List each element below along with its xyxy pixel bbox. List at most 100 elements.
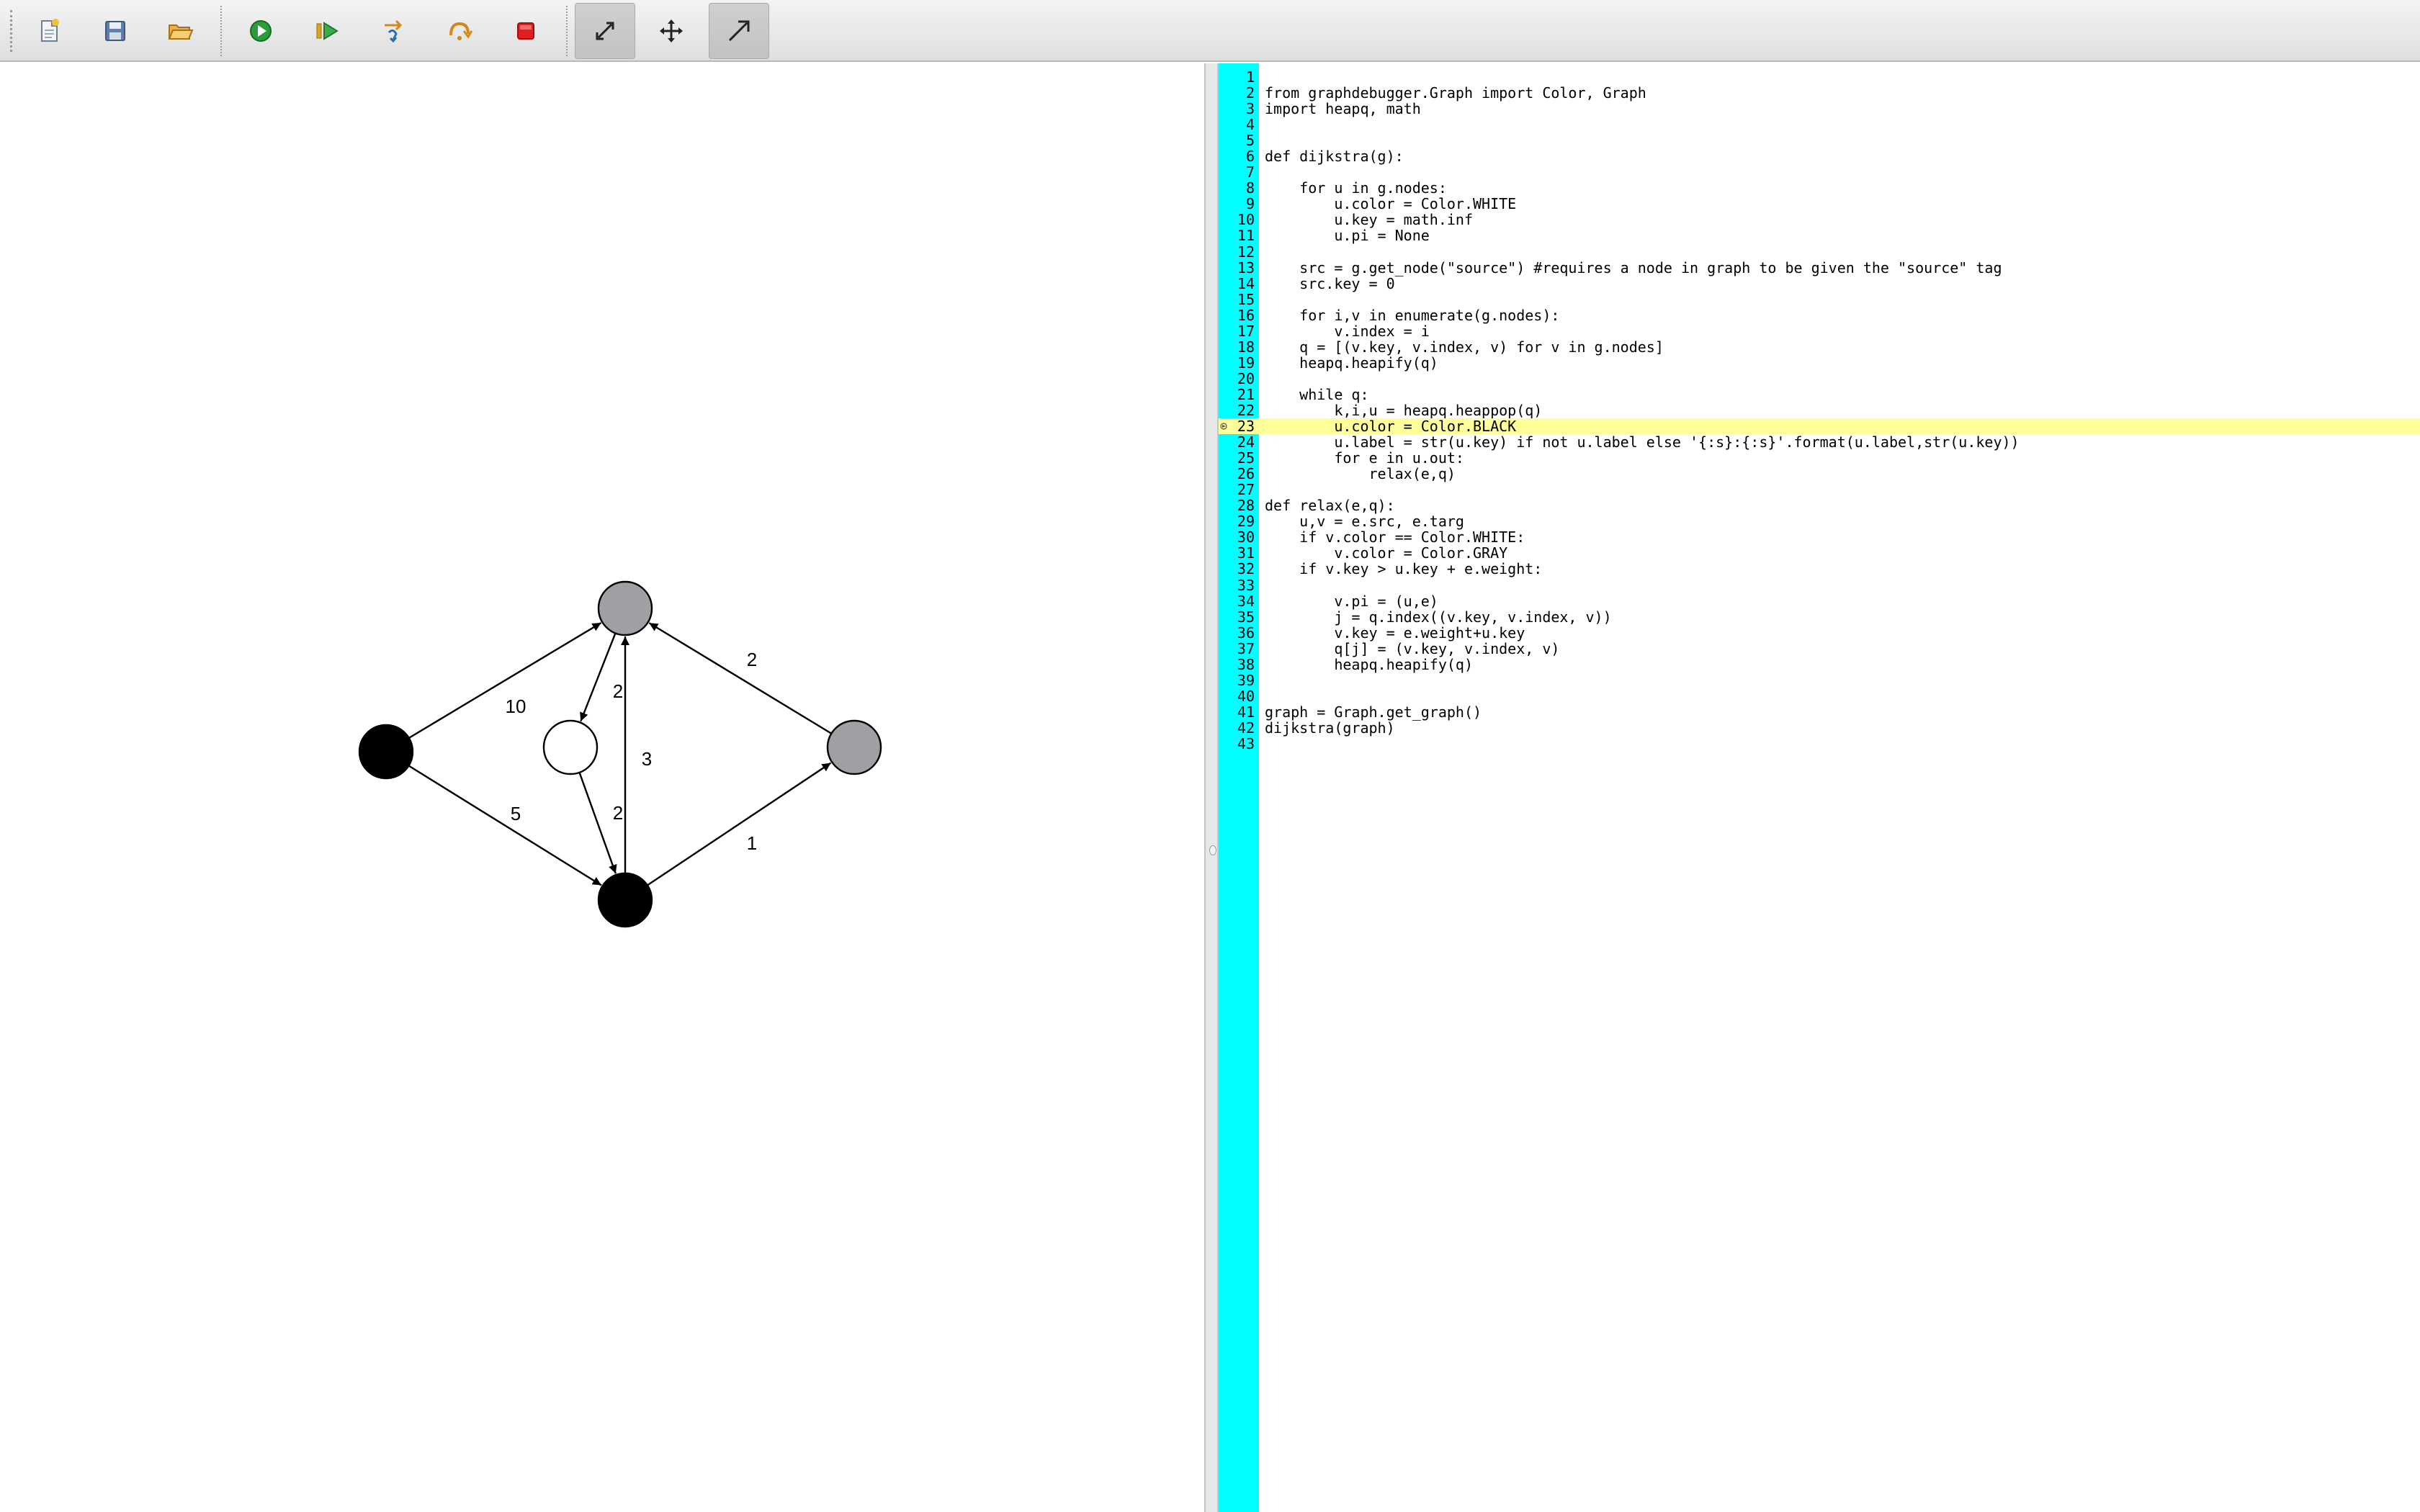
code-line[interactable]: 11 u.pi = None [1219, 228, 2420, 243]
code-text: u,v = e.src, e.targ [1265, 513, 1464, 531]
graph-node-top[interactable] [597, 580, 653, 636]
new-file-button[interactable] [19, 3, 79, 59]
stop-button[interactable] [496, 3, 556, 59]
code-line[interactable]: 43 [1219, 736, 2420, 752]
line-number: 10 [1237, 211, 1255, 229]
code-text: u.label = str(u.key) if not u.label else… [1265, 433, 2020, 451]
edge-n-left-to-n-bottom[interactable] [408, 765, 602, 886]
code-line[interactable]: 4 [1219, 117, 2420, 132]
open-folder-icon [168, 24, 194, 40]
line-number: 18 [1237, 338, 1255, 356]
code-line[interactable]: 31 v.color = Color.GRAY [1219, 545, 2420, 561]
step-into-button[interactable] [363, 3, 424, 59]
code-area[interactable]: 1 2 from graphdebugger.Graph import Color,… [1219, 69, 2420, 752]
edge-tool-button[interactable] [709, 3, 769, 59]
code-line[interactable]: 19 heapq.heapify(q) [1219, 355, 2420, 371]
move-tool-button[interactable] [641, 3, 702, 59]
code-line[interactable]: 8 for u in g.nodes: [1219, 180, 2420, 196]
splitter-handle[interactable] [1209, 845, 1216, 855]
code-line[interactable]: 26 relax(e,q) [1219, 466, 2420, 482]
code-line[interactable]: 27 [1219, 482, 2420, 498]
graph-view[interactable]: 10 5 2 2 3 2 1 [0, 63, 1204, 1512]
code-editor[interactable]: 1 2 from graphdebugger.Graph import Color,… [1219, 63, 2420, 1512]
code-text: while q: [1265, 385, 1369, 403]
code-line[interactable]: 14 src.key = 0 [1219, 276, 2420, 292]
graph-node-left[interactable] [358, 724, 414, 780]
line-number: 32 [1237, 560, 1255, 578]
code-line[interactable]: 22 k,i,u = heapq.heappop(q) [1219, 402, 2420, 418]
code-line[interactable]: 20 [1219, 371, 2420, 387]
run-icon [250, 20, 272, 42]
line-number: 21 [1237, 385, 1255, 403]
code-line[interactable]: 7 [1219, 164, 2420, 180]
code-line[interactable]: 17 v.index = i [1219, 323, 2420, 339]
code-line[interactable]: 39 [1219, 672, 2420, 688]
code-line[interactable]: 42 dijkstra(graph) [1219, 720, 2420, 736]
line-number: 24 [1237, 433, 1255, 451]
code-line[interactable]: 28 def relax(e,q): [1219, 498, 2420, 513]
move-icon [660, 19, 683, 42]
edge-weight-label: 5 [511, 803, 521, 824]
stop-icon [517, 22, 534, 40]
code-line[interactable]: 37 q[j] = (v.key, v.index, v) [1219, 641, 2420, 657]
edge-n-bottom-to-n-right[interactable] [647, 762, 832, 886]
save-icon [105, 21, 125, 41]
line-number: 27 [1237, 481, 1255, 499]
code-text: def dijkstra(g): [1265, 148, 1404, 166]
edge-weight-label: 2 [613, 680, 623, 702]
graph-node-right[interactable] [826, 719, 882, 775]
code-line[interactable]: 32 if v.key > u.key + e.weight: [1219, 561, 2420, 577]
code-text: v.index = i [1265, 322, 1430, 340]
code-line[interactable]: 10 u.key = math.inf [1219, 212, 2420, 228]
step-over-button[interactable] [429, 3, 490, 59]
execution-pointer-icon [1220, 423, 1227, 430]
code-line[interactable]: 12 [1219, 243, 2420, 259]
line-number: 6 [1245, 148, 1255, 166]
line-number: 13 [1237, 258, 1255, 276]
code-line[interactable]: 33 [1219, 577, 2420, 593]
code-line[interactable]: 41 graph = Graph.get_graph() [1219, 704, 2420, 720]
continue-button[interactable] [297, 3, 357, 59]
save-button[interactable] [85, 3, 145, 59]
edge-n-top-to-n-mid[interactable] [580, 632, 617, 722]
code-line[interactable]: 3 import heapq, math [1219, 101, 2420, 117]
code-line[interactable]: 9 u.color = Color.WHITE [1219, 196, 2420, 212]
graph-node-mid[interactable] [542, 719, 599, 775]
code-line[interactable]: 24 u.label = str(u.key) if not u.label e… [1219, 434, 2420, 450]
code-line[interactable]: 2 from graphdebugger.Graph import Color, … [1219, 85, 2420, 101]
code-line[interactable]: 15 [1219, 292, 2420, 307]
code-line[interactable]: 13 src = g.get_node("source") #requires … [1219, 260, 2420, 276]
graph-node-bottom[interactable] [597, 872, 653, 928]
open-button[interactable] [150, 3, 210, 59]
code-text: if v.key > u.key + e.weight: [1265, 560, 1543, 578]
code-line[interactable]: 29 u,v = e.src, e.targ [1219, 513, 2420, 529]
code-line[interactable]: 40 [1219, 688, 2420, 704]
line-number: 1 [1245, 68, 1255, 86]
code-line[interactable]: 16 for i,v in enumerate(g.nodes): [1219, 307, 2420, 323]
pane-splitter[interactable] [1204, 63, 1219, 1512]
code-text: j = q.index((v.key, v.index, v)) [1265, 608, 1612, 626]
code-line[interactable]: 38 heapq.heapify(q) [1219, 657, 2420, 672]
edge-n-mid-to-n-bottom[interactable] [578, 772, 617, 874]
code-line[interactable]: 6 def dijkstra(g): [1219, 148, 2420, 164]
code-line[interactable]: 34 v.pi = (u,e) [1219, 593, 2420, 608]
code-line[interactable]: 25 for e in u.out: [1219, 450, 2420, 466]
edge-n-right-to-n-top[interactable] [648, 622, 832, 734]
line-number: 2 [1245, 84, 1255, 102]
line-number: 37 [1237, 639, 1255, 657]
line-number: 8 [1245, 179, 1255, 197]
line-number: 22 [1237, 401, 1255, 419]
code-line[interactable]: 21 while q: [1219, 387, 2420, 402]
code-line[interactable]: 36 v.key = e.weight+u.key [1219, 625, 2420, 641]
toolbar-grip[interactable] [10, 10, 12, 52]
resize-tool-button[interactable] [575, 3, 635, 59]
code-text: from graphdebugger.Graph import Color, G… [1265, 84, 1646, 102]
code-line[interactable]: 1 [1219, 69, 2420, 85]
code-line[interactable]: 35 j = q.index((v.key, v.index, v)) [1219, 609, 2420, 625]
code-line[interactable]: 18 q = [(v.key, v.index, v) for v in g.n… [1219, 339, 2420, 355]
run-button[interactable] [230, 3, 291, 59]
code-line[interactable]: 5 [1219, 132, 2420, 148]
code-line[interactable]: 30 if v.color == Color.WHITE: [1219, 529, 2420, 545]
graph-canvas[interactable]: 10 5 2 2 3 2 1 [0, 63, 1204, 1512]
current-code-line[interactable]: 23 u.color = Color.BLACK [1219, 418, 2420, 434]
